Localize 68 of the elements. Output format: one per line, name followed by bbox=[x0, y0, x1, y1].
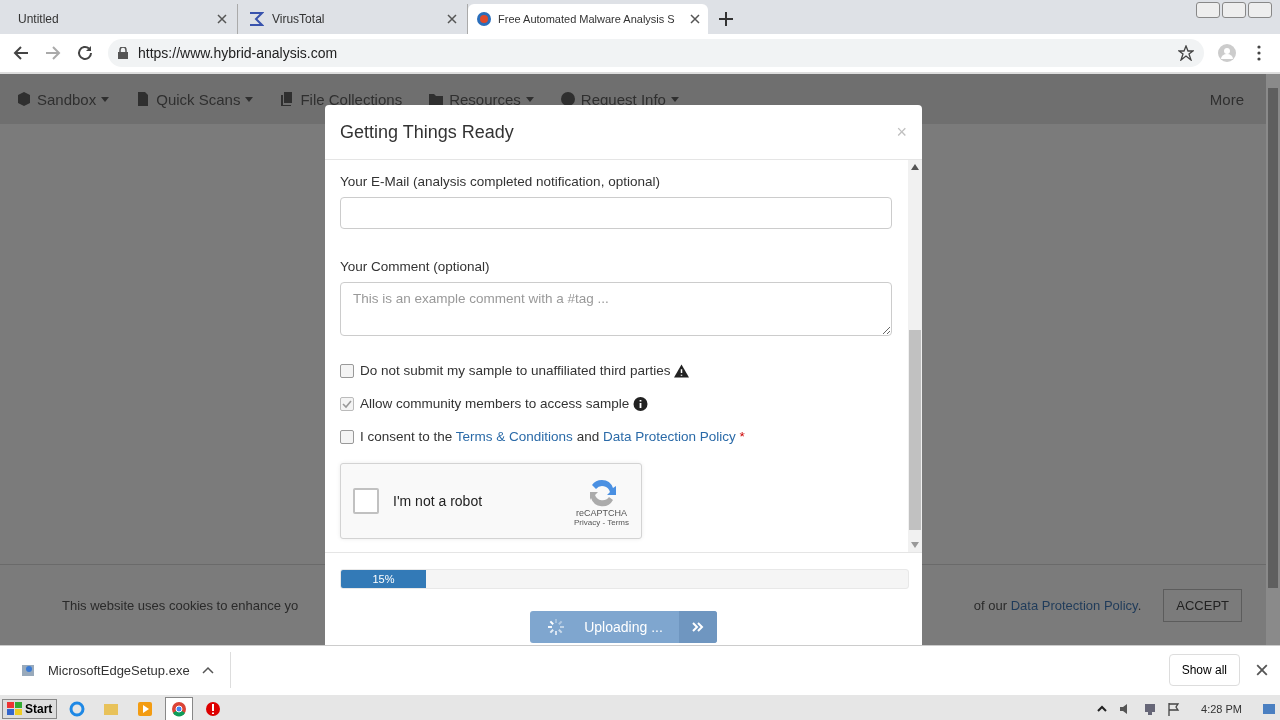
sigma-icon bbox=[248, 11, 264, 27]
chrome-icon bbox=[171, 701, 188, 717]
download-filename[interactable]: MicrosoftEdgeSetup.exe bbox=[48, 662, 190, 678]
cube-icon bbox=[16, 91, 32, 107]
checkbox[interactable] bbox=[340, 429, 354, 444]
checkbox[interactable] bbox=[340, 363, 354, 378]
folder-icon bbox=[103, 701, 120, 717]
start-button[interactable]: Start bbox=[2, 699, 58, 719]
forward-icon[interactable] bbox=[44, 44, 62, 62]
lock-icon bbox=[118, 47, 128, 59]
back-icon[interactable] bbox=[12, 44, 30, 62]
info-icon bbox=[633, 396, 649, 411]
spinner-icon bbox=[546, 617, 567, 637]
close-icon[interactable] bbox=[1256, 664, 1268, 676]
cookie-text: This website uses cookies to enhance yo bbox=[62, 597, 299, 613]
close-icon[interactable] bbox=[690, 14, 700, 24]
taskbar-app[interactable] bbox=[165, 697, 194, 720]
field-label: Your Comment (optional) bbox=[340, 259, 491, 274]
chevron-up-icon[interactable] bbox=[201, 666, 214, 674]
dialog-title: Getting Things Ready bbox=[340, 121, 514, 143]
star-icon[interactable] bbox=[1178, 45, 1194, 61]
cookie-text: of our Data Protection Policy. bbox=[973, 597, 1142, 613]
captcha-checkbox[interactable] bbox=[353, 488, 379, 514]
comment-field[interactable]: This is an example comment with a #tag ... bbox=[340, 282, 892, 336]
double-chevron-icon bbox=[691, 622, 704, 632]
start-logo-icon bbox=[7, 702, 23, 716]
close-icon[interactable] bbox=[447, 14, 457, 24]
folder-icon bbox=[428, 91, 445, 107]
policy-link[interactable]: Terms & Conditions bbox=[455, 429, 573, 444]
restore-button[interactable] bbox=[1222, 2, 1246, 18]
captcha-links[interactable]: Privacy - Terms bbox=[574, 517, 629, 527]
captcha-label: I'm not a robot bbox=[393, 493, 483, 509]
flag-icon[interactable] bbox=[1167, 702, 1182, 716]
accept-button[interactable]: ACCEPT bbox=[1163, 588, 1242, 622]
installer-icon bbox=[20, 662, 36, 678]
globe-icon bbox=[476, 11, 492, 27]
address-bar[interactable]: https://www.hybrid-analysis.com bbox=[108, 39, 1204, 67]
url-text: https://www.hybrid-analysis.com bbox=[138, 45, 338, 61]
policy-link[interactable]: Data Protection Policy bbox=[602, 429, 736, 444]
option-label: Allow community members to access sample bbox=[360, 396, 630, 411]
browser-tab[interactable]: Free Automated Malware Analysis S bbox=[468, 4, 708, 34]
reload-icon[interactable] bbox=[76, 44, 94, 62]
option-label: Do not submit my sample to unaffiliated third parties bbox=[360, 363, 671, 378]
warning-icon bbox=[674, 363, 690, 378]
scrollbar[interactable] bbox=[1266, 74, 1280, 645]
minimize-button[interactable] bbox=[1196, 2, 1220, 18]
clock: 4:28 PM bbox=[1201, 703, 1242, 715]
media-player-icon bbox=[137, 701, 154, 717]
browser-icon bbox=[69, 701, 86, 717]
caret-icon bbox=[245, 96, 254, 102]
option-label: I consent to the Terms & Conditions and Data Protection Policy * bbox=[360, 429, 745, 444]
network-icon[interactable] bbox=[1143, 702, 1158, 716]
captcha-brand: reCAPTCHA bbox=[576, 507, 627, 518]
caret-icon bbox=[670, 96, 679, 102]
caret-icon bbox=[525, 96, 534, 102]
alert-icon bbox=[205, 701, 222, 717]
caret-icon bbox=[101, 96, 110, 102]
desktop-icon[interactable] bbox=[1262, 702, 1276, 716]
close-icon[interactable] bbox=[217, 14, 227, 24]
field-label: Your E-Mail (analysis completed notification, optional) bbox=[340, 174, 661, 189]
show-all-button[interactable]: Show all bbox=[1168, 654, 1240, 686]
scroll-down-icon[interactable] bbox=[911, 542, 919, 548]
scroll-up-icon[interactable] bbox=[911, 164, 919, 170]
scrollbar[interactable] bbox=[908, 160, 922, 552]
email-field[interactable] bbox=[340, 197, 892, 229]
progress-fill: 15% bbox=[341, 570, 427, 588]
close-button[interactable] bbox=[1248, 2, 1272, 18]
plus-icon[interactable] bbox=[718, 11, 734, 27]
